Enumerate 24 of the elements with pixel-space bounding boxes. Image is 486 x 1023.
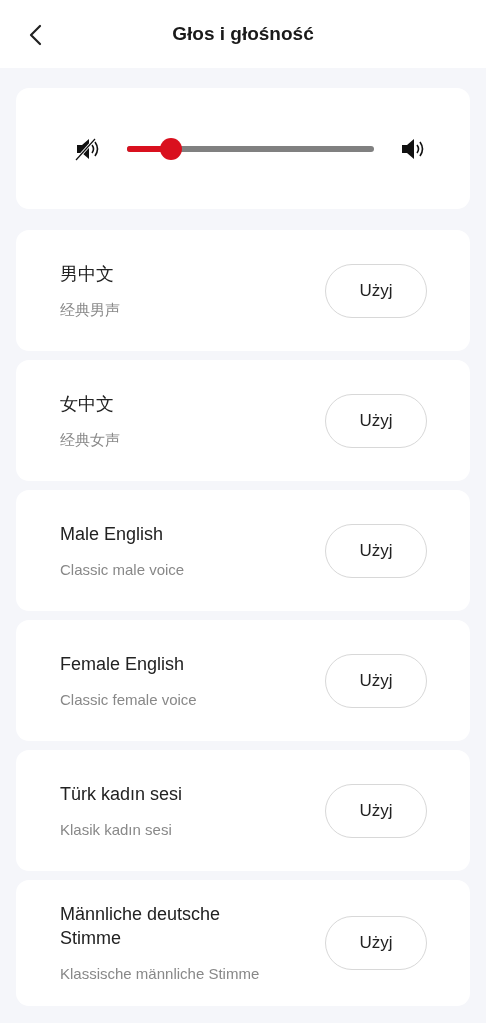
voice-description: Klassische männliche Stimme xyxy=(60,964,261,984)
page-title: Głos i głośność xyxy=(172,23,314,45)
speaker-icon xyxy=(400,136,426,161)
use-button[interactable]: Użyj xyxy=(325,916,427,970)
back-icon xyxy=(28,24,42,46)
voice-name: 女中文 xyxy=(60,392,115,416)
use-button[interactable]: Użyj xyxy=(325,393,427,448)
voice-name: Männliche deutsche Stimme xyxy=(60,903,222,950)
muted-speaker-icon xyxy=(75,136,101,161)
use-button[interactable]: Użyj xyxy=(325,523,427,578)
use-button[interactable]: Użyj xyxy=(325,783,427,838)
voice-description: Classic male voice xyxy=(60,559,186,580)
voice-name: Female English xyxy=(60,652,186,676)
voice-description: Classic female voice xyxy=(60,689,198,710)
use-button[interactable]: Użyj xyxy=(325,653,427,708)
voice-description: 经典女声 xyxy=(60,429,121,450)
voice-name: Türk kadın sesi xyxy=(60,782,184,806)
voice-description: Klasik kadın sesi xyxy=(60,819,173,840)
voice-description: 经典男声 xyxy=(60,299,121,320)
voice-name: Male English xyxy=(60,522,165,546)
slider-thumb[interactable] xyxy=(160,137,183,160)
voice-name: 男中文 xyxy=(60,262,115,286)
volume-slider[interactable] xyxy=(127,137,374,160)
use-button[interactable]: Użyj xyxy=(325,263,427,318)
